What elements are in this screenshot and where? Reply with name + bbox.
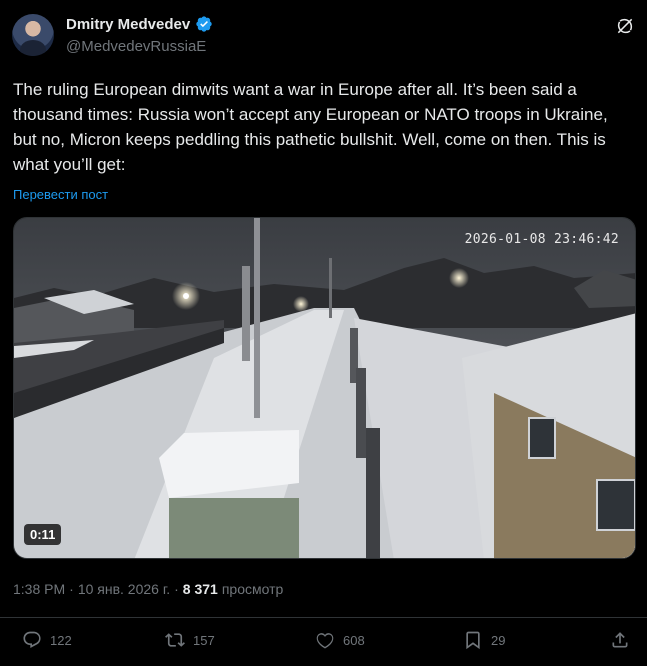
verified-badge-icon (196, 16, 212, 32)
avatar[interactable] (12, 14, 54, 56)
translate-post-link[interactable]: Перевести пост (13, 187, 108, 202)
bookmark-count: 29 (491, 632, 506, 648)
divider (0, 617, 647, 618)
action-bar: 122 157 608 29 (0, 630, 647, 660)
tweet-header: Dmitry Medvedev @MedvedevRussiaE (12, 14, 635, 62)
tweet-meta: 1:38 PM · 10 янв. 2026 г. · 8 371 просмо… (13, 581, 283, 597)
author-name[interactable]: Dmitry Medvedev (66, 16, 190, 33)
repost-count: 157 (193, 632, 215, 648)
grok-icon[interactable] (615, 16, 635, 36)
like-count: 608 (343, 632, 365, 648)
video-duration-badge: 0:11 (24, 524, 62, 545)
video-frame (14, 218, 635, 558)
reply-icon (23, 631, 41, 648)
heart-icon (316, 633, 334, 649)
bookmark-icon (466, 631, 480, 650)
like-button[interactable]: 608 (315, 630, 365, 650)
post-time[interactable]: 1:38 PM (13, 581, 65, 597)
tweet-text: The ruling European dimwits want a war i… (13, 80, 608, 174)
meta-separator: · (69, 581, 74, 597)
views-count: 8 371 (182, 581, 218, 597)
meta-separator: · (174, 581, 179, 597)
share-button[interactable] (610, 630, 630, 650)
share-icon (612, 632, 628, 648)
repost-button[interactable]: 157 (165, 630, 215, 650)
repost-icon (165, 633, 185, 647)
reply-count: 122 (50, 632, 72, 648)
bookmark-button[interactable]: 29 (463, 630, 505, 650)
camera-timestamp: 2026-01-08 23:46:42 (464, 232, 619, 247)
post-date[interactable]: 10 янв. 2026 г. (78, 581, 170, 597)
author-name-row: Dmitry Medvedev (66, 15, 213, 33)
author-handle[interactable]: @MedvedevRussiaE (66, 38, 206, 55)
video-player[interactable]: 2026-01-08 23:46:42 0:11 (13, 217, 636, 559)
views-label: просмотр (221, 581, 284, 597)
reply-button[interactable]: 122 (22, 630, 72, 650)
